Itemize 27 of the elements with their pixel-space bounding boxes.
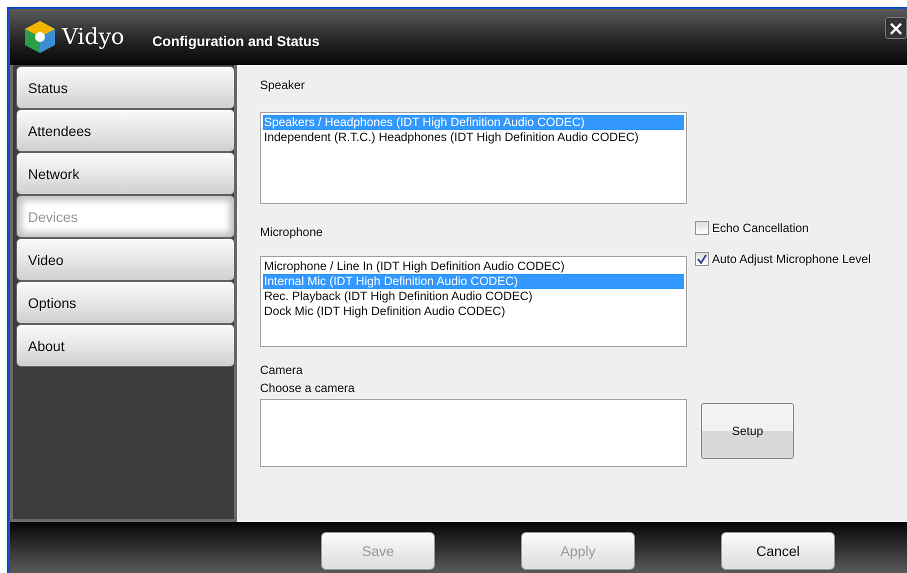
brand-name: Vidyo <box>62 24 124 50</box>
footer-button[interactable]: Cancel <box>721 532 835 570</box>
list-item[interactable]: Microphone / Line In (IDT High Definition Audio CODEC) <box>263 259 684 274</box>
list-item[interactable]: Dock Mic (IDT High Definition Audio CODEC) <box>263 304 684 319</box>
logo-icon <box>24 20 56 54</box>
sidebar-item[interactable]: About <box>16 324 235 367</box>
speaker-list[interactable]: Speakers / Headphones (IDT High Definition Audio CODEC) Independent (R.T.C.) Headphones (IDT High Definition Audio CODEC) <box>260 112 687 204</box>
microphone-list[interactable]: Microphone / Line In (IDT High Definition Audio CODEC) Internal Mic (IDT High Definition Audio CODEC) Rec. Playback (IDT High Definition Audio CODEC) Dock Mic (IDT High Definition Audio CODEC) <box>260 256 687 347</box>
camera-list[interactable] <box>260 399 687 467</box>
sidebar-item[interactable]: Options <box>16 281 235 324</box>
window-title: Configuration and Status <box>152 33 320 49</box>
list-item[interactable]: Independent (R.T.C.) Headphones (IDT High Definition Audio CODEC) <box>263 130 684 145</box>
checkbox[interactable] <box>695 252 709 266</box>
sidebar-item[interactable]: Network <box>16 152 235 195</box>
list-item[interactable]: Rec. Playback (IDT High Definition Audio CODEC) <box>263 289 684 304</box>
checkbox[interactable] <box>695 221 709 235</box>
sidebar-item[interactable]: Attendees <box>16 109 235 152</box>
checkbox-label: Auto Adjust Microphone Level <box>712 252 871 266</box>
sidebar-item[interactable]: Video <box>16 238 235 281</box>
checkbox-label: Echo Cancellation <box>712 221 809 235</box>
close-button[interactable]: × <box>885 17 907 39</box>
microphone-label: Microphone <box>260 224 324 240</box>
camera-label: Camera <box>260 362 304 378</box>
sidebar-item[interactable]: Status <box>16 66 235 109</box>
camera-hint: Choose a camera <box>260 380 356 396</box>
setup-button[interactable]: Setup <box>701 403 794 459</box>
speaker-label: Speaker <box>260 77 306 93</box>
